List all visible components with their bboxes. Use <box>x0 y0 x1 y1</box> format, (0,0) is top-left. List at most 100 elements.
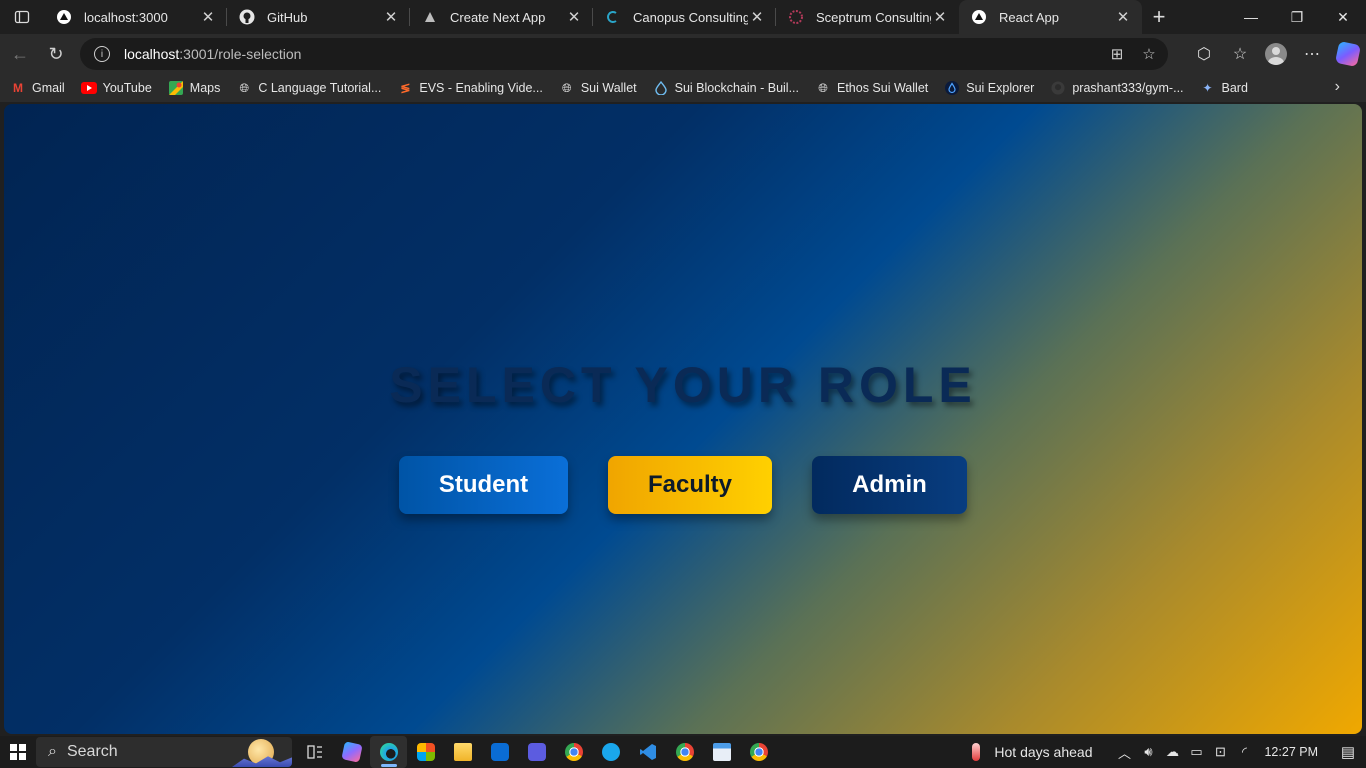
bard-icon: ✦ <box>1202 81 1213 95</box>
browser-toolbar: ← ↻ i localhost:3001/role-selection ⊞ ☆ … <box>0 34 1366 74</box>
avatar <box>1265 43 1287 65</box>
bookmark-gmail[interactable]: M Gmail <box>10 80 65 96</box>
nextjs-icon <box>422 9 438 25</box>
bookmark-label: prashant333/gym-... <box>1072 81 1184 95</box>
admin-role-button[interactable]: Admin <box>812 456 967 514</box>
taskbar-app-chrome-3[interactable] <box>740 736 777 768</box>
copilot-button[interactable] <box>1330 38 1366 70</box>
url-host: localhost <box>124 46 180 62</box>
close-icon[interactable]: ✕ <box>565 8 583 26</box>
reload-icon: ↻ <box>48 43 64 64</box>
taskbar-app-task-view[interactable] <box>296 736 333 768</box>
taskbar-app-vscode[interactable] <box>629 736 666 768</box>
bookmark-maps[interactable]: Maps <box>168 80 220 96</box>
show-hidden-icons-chevron-icon[interactable]: ︿ <box>1112 743 1136 762</box>
bookmark-label: C Language Tutorial... <box>258 81 382 95</box>
window-controls: — ❐ ✕ <box>1228 0 1366 34</box>
globe-icon: 🌐︎ <box>818 80 828 95</box>
nextjs-icon <box>56 9 72 25</box>
favorites-icon[interactable]: ☆ <box>1222 38 1258 70</box>
tab-create-next-app[interactable]: Create Next App ✕ <box>410 0 593 34</box>
tab-title: localhost:3000 <box>84 9 168 25</box>
taskbar-app-store[interactable] <box>407 736 444 768</box>
close-icon: ✕ <box>1337 8 1349 25</box>
bookmarks-overflow-chevron-icon[interactable]: › <box>1335 78 1340 96</box>
taskbar-app-outlook[interactable] <box>481 736 518 768</box>
tab-github[interactable]: GitHub ✕ <box>227 0 410 34</box>
maps-icon <box>168 80 184 96</box>
back-button[interactable]: ← <box>2 38 38 70</box>
system-tray: Hot days ahead ︿ 🔊︎ ☁ ▭ ⊡ ◜ 12:27 PM ▤ <box>972 736 1366 768</box>
bookmark-github-repo[interactable]: prashant333/gym-... <box>1050 80 1184 96</box>
profile-button[interactable] <box>1258 38 1294 70</box>
tab-actions-button[interactable] <box>0 0 44 34</box>
taskbar-app-visual-studio[interactable] <box>518 736 555 768</box>
bookmark-label: Bard <box>1221 81 1248 95</box>
nextjs-icon <box>971 9 987 25</box>
restore-button[interactable]: ❐ <box>1274 0 1320 34</box>
taskbar-search[interactable]: ⌕ Search <box>36 737 292 767</box>
taskbar-app-chrome[interactable] <box>555 736 592 768</box>
plus-icon: + <box>1152 4 1166 29</box>
clock[interactable]: 12:27 PM <box>1264 745 1318 759</box>
taskbar-app-chrome-2[interactable] <box>666 736 703 768</box>
new-tab-button[interactable]: + <box>1142 0 1176 34</box>
minimize-button[interactable]: — <box>1228 0 1274 34</box>
bookmark-evs[interactable]: ≶ EVS - Enabling Vide... <box>397 80 543 96</box>
battery-icon[interactable]: ▭ <box>1184 744 1208 760</box>
close-window-button[interactable]: ✕ <box>1320 0 1366 34</box>
address-bar-actions: ⊞ ☆ <box>1106 43 1160 65</box>
student-role-button[interactable]: Student <box>399 456 568 514</box>
taskbar-app-edge[interactable] <box>370 736 407 768</box>
tab-title: Canopus Consulting <box>633 9 748 25</box>
close-icon[interactable]: ✕ <box>199 8 217 26</box>
tab-title: Create Next App <box>450 9 546 25</box>
start-button[interactable] <box>0 736 36 768</box>
window-app-icon <box>712 743 731 761</box>
extensions-icon[interactable]: ⬡ <box>1186 38 1222 70</box>
tab-title: GitHub <box>267 9 308 25</box>
bookmark-sui-explorer[interactable]: Sui Explorer <box>944 80 1034 96</box>
reload-button[interactable]: ↻ <box>38 38 74 70</box>
chrome-icon-3 <box>749 743 768 761</box>
bookmark-youtube[interactable]: YouTube <box>80 80 152 96</box>
faculty-role-button[interactable]: Faculty <box>608 456 772 514</box>
close-icon[interactable]: ✕ <box>1114 8 1132 26</box>
site-info-icon[interactable]: i <box>94 46 110 62</box>
tab-sceptrum-consulting[interactable]: Sceptrum Consulting ✕ <box>776 0 959 34</box>
bookmark-sui-blockchain[interactable]: Sui Blockchain - Buil... <box>653 80 799 96</box>
bookmark-sui-wallet[interactable]: 🌐︎ Sui Wallet <box>559 80 637 96</box>
onedrive-cloud-icon[interactable]: ☁ <box>1160 744 1184 760</box>
taskbar-app-copilot[interactable] <box>333 736 370 768</box>
store-icon <box>416 743 435 761</box>
tab-strip: localhost:3000 ✕ GitHub ✕ Create Next Ap… <box>0 0 1366 34</box>
vscode-icon <box>639 744 656 760</box>
close-icon[interactable]: ✕ <box>931 8 949 26</box>
favorite-star-icon[interactable]: ☆ <box>1138 43 1160 65</box>
close-icon[interactable]: ✕ <box>382 8 400 26</box>
bookmark-ethos-sui-wallet[interactable]: 🌐︎ Ethos Sui Wallet <box>815 80 928 96</box>
taskbar-app-c[interactable] <box>592 736 629 768</box>
notifications-icon[interactable]: ▤ <box>1330 743 1366 761</box>
wifi-icon[interactable]: ◜ <box>1232 744 1256 760</box>
weather-text: Hot days ahead <box>994 744 1093 760</box>
bookmark-c-language[interactable]: 🌐︎ C Language Tutorial... <box>236 80 382 96</box>
tab-react-app[interactable]: React App ✕ <box>959 0 1142 34</box>
outlook-icon <box>490 743 509 761</box>
taskbar-app-file-explorer[interactable] <box>444 736 481 768</box>
weather-widget[interactable]: Hot days ahead <box>972 743 1092 761</box>
windows-taskbar: ⌕ Search Hot days ahead ︿ 🔊︎ ☁ ▭ ⊡ ◜ 12:… <box>0 736 1366 768</box>
bookmark-label: EVS - Enabling Vide... <box>419 81 543 95</box>
more-menu-icon[interactable]: ⋯ <box>1294 38 1330 70</box>
tab-canopus-consulting[interactable]: Canopus Consulting ✕ <box>593 0 776 34</box>
address-bar[interactable]: i localhost:3001/role-selection ⊞ ☆ <box>80 38 1168 70</box>
volume-icon[interactable]: 🔊︎ <box>1136 744 1160 760</box>
taskbar-app-window[interactable] <box>703 736 740 768</box>
device-icon[interactable]: ⊡ <box>1208 744 1232 760</box>
taskbar-apps <box>296 736 777 768</box>
close-icon[interactable]: ✕ <box>748 8 766 26</box>
tab-localhost-3000[interactable]: localhost:3000 ✕ <box>44 0 227 34</box>
bookmark-bard[interactable]: ✦ Bard <box>1200 80 1248 96</box>
bookmark-label: YouTube <box>102 81 152 95</box>
app-available-icon[interactable]: ⊞ <box>1106 43 1128 65</box>
